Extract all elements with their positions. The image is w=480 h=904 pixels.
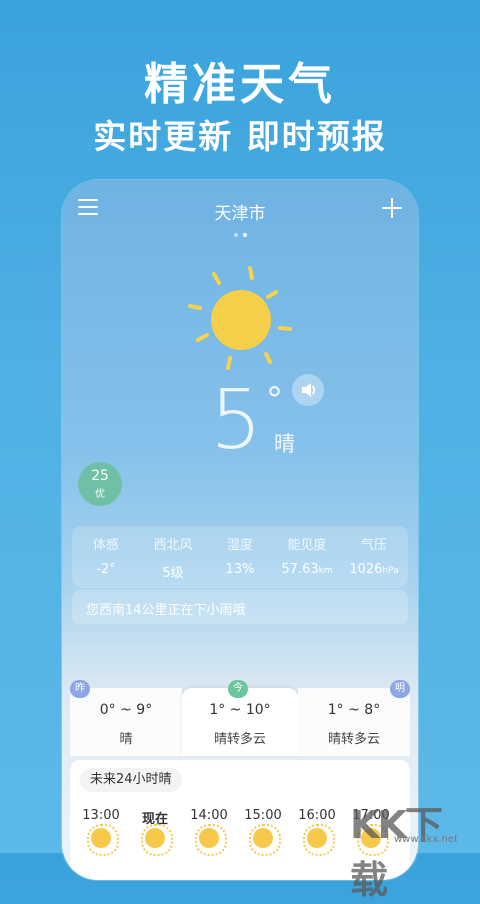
detail-label: 体感 xyxy=(92,538,119,553)
degree-symbol: ° xyxy=(266,380,283,420)
detail-value: 1026 xyxy=(349,562,383,577)
day-range: 1° ~ 8° xyxy=(327,702,381,718)
city-name[interactable]: 天津市 xyxy=(62,199,418,224)
detail-unit: km xyxy=(318,566,333,576)
hour-label: 16:00 xyxy=(298,808,336,823)
day-tag: 今 xyxy=(228,680,248,698)
promo-subtitle: 实时更新 即时预报 xyxy=(93,117,387,156)
sun-icon xyxy=(188,266,292,370)
aqi-badge[interactable]: 25 优 xyxy=(78,462,122,506)
detail-label: 能见度 xyxy=(287,538,327,553)
watermark-text: KK下载 xyxy=(350,803,443,902)
day-yesterday[interactable]: 昨 0° ~ 9° 晴 xyxy=(70,680,182,756)
aqi-label: 优 xyxy=(95,489,105,500)
hourly-title: 未来24小时晴 xyxy=(80,768,182,792)
day-condition: 晴转多云 xyxy=(213,732,266,747)
sun-icon xyxy=(195,824,227,856)
hour-label: 15:00 xyxy=(244,808,282,823)
aqi-value: 25 xyxy=(91,468,109,484)
detail-pressure: 气压 1026hPa xyxy=(340,534,408,577)
sun-icon xyxy=(303,824,335,856)
current-condition: 晴 xyxy=(274,432,295,456)
hour-label: 13:00 xyxy=(82,808,120,823)
weather-details-panel: 体感 -2° 西北风 5级 湿度 13% 能见度 57.63km 气压 1026… xyxy=(72,526,408,588)
promo-title: 精准天气 xyxy=(144,59,336,110)
day-tag: 明 xyxy=(390,680,410,698)
detail-wind: 西北风 5级 xyxy=(139,534,207,581)
speaker-icon xyxy=(302,383,315,397)
day-today[interactable]: 今 1° ~ 10° 晴转多云 xyxy=(182,680,298,756)
detail-value: 13% xyxy=(225,562,255,577)
detail-feels-like: 体感 -2° xyxy=(72,534,140,577)
page-dot xyxy=(234,233,238,237)
alert-text: 您西南14公里正在下小雨哦 xyxy=(86,603,246,618)
detail-visibility: 能见度 57.63km xyxy=(273,534,341,577)
precipitation-alert[interactable]: 您西南14公里正在下小雨哦 xyxy=(72,590,408,624)
sun-icon xyxy=(249,824,281,856)
daily-forecast: 昨 0° ~ 9° 晴 今 1° ~ 10° 晴转多云 明 1° ~ 8° 晴转… xyxy=(70,680,410,756)
page-indicator xyxy=(234,222,252,241)
day-condition: 晴转多云 xyxy=(327,732,380,747)
detail-label: 西北风 xyxy=(153,538,193,553)
detail-humidity: 湿度 13% xyxy=(206,534,274,577)
phone-screen: 天津市 5 ° 晴 25 优 体感 -2° 西北风 5级 湿度 13% 能见度 … xyxy=(62,180,418,880)
detail-unit: hPa xyxy=(382,566,399,576)
hour-label: 14:00 xyxy=(190,808,228,823)
day-range: 0° ~ 9° xyxy=(99,702,153,718)
current-temperature: 5 xyxy=(210,373,263,468)
watermark-logo: KK下载 www.kkx.net xyxy=(350,790,476,902)
detail-label: 湿度 xyxy=(226,538,253,553)
day-tomorrow[interactable]: 明 1° ~ 8° 晴转多云 xyxy=(298,680,410,756)
day-tag: 昨 xyxy=(70,680,90,698)
day-condition: 晴 xyxy=(119,732,133,747)
sun-icon xyxy=(87,824,119,856)
day-range: 1° ~ 10° xyxy=(209,702,271,718)
sun-icon xyxy=(141,824,173,856)
detail-value: -2° xyxy=(96,562,116,577)
detail-value: 5级 xyxy=(162,566,184,581)
watermark-url: www.kkx.net xyxy=(394,834,458,845)
detail-value: 57.63 xyxy=(281,562,319,577)
detail-label: 气压 xyxy=(360,538,387,553)
page-dot-active xyxy=(243,233,247,237)
speaker-button[interactable] xyxy=(292,374,324,406)
plus-icon[interactable] xyxy=(382,198,402,218)
top-bar: 天津市 xyxy=(62,180,418,237)
